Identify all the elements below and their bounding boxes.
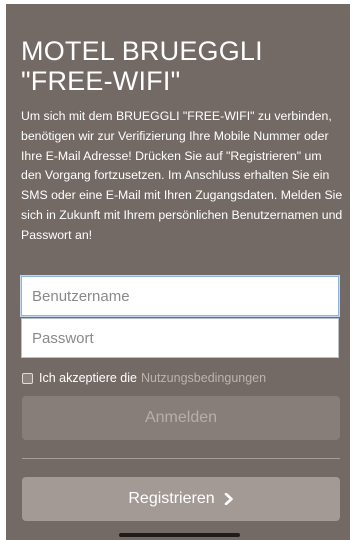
terms-row[interactable]: Ich akzeptiere die Nutzungsbedingungen bbox=[22, 369, 266, 387]
login-button[interactable]: Anmelden bbox=[22, 396, 340, 440]
register-button[interactable]: Registrieren bbox=[22, 477, 340, 521]
page-title-line-1: MOTEL BRUEGGLI bbox=[21, 36, 263, 66]
username-input[interactable] bbox=[21, 276, 339, 316]
register-button-label: Registrieren bbox=[128, 490, 215, 507]
terms-checkbox[interactable] bbox=[22, 372, 33, 384]
home-indicator bbox=[119, 533, 240, 537]
login-button-label: Anmelden bbox=[144, 409, 218, 426]
page-title-line-2: "FREE-WIFI" bbox=[21, 66, 181, 96]
terms-link[interactable]: Nutzungsbedingungen bbox=[141, 371, 266, 385]
chevron-right-icon bbox=[224, 493, 233, 505]
terms-label: Ich akzeptiere die bbox=[39, 371, 137, 385]
intro-text: Um sich mit dem BRUEGGLI "FREE-WIFI" zu … bbox=[21, 109, 343, 242]
page-title: MOTEL BRUEGGLI "FREE-WIFI" bbox=[21, 36, 341, 96]
divider bbox=[22, 458, 340, 459]
login-screen: MOTEL BRUEGGLI "FREE-WIFI" Um sich mit d… bbox=[6, 4, 350, 540]
password-input[interactable] bbox=[21, 318, 339, 358]
